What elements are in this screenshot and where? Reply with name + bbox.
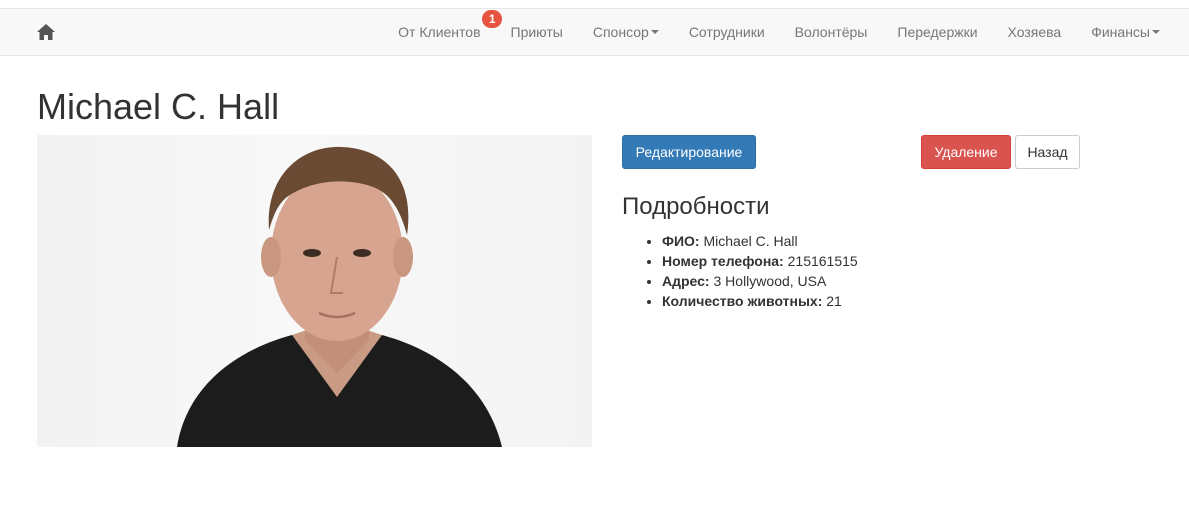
nav-item-volunteers[interactable]: Волонтёры [780,24,883,40]
nav-menu: От Клиентов 1 Приюты Спонсор Сотрудники … [383,9,1175,55]
nav-item-label: Волонтёры [794,24,868,40]
caret-down-icon [1152,30,1160,34]
nav-item-employees[interactable]: Сотрудники [674,24,780,40]
detail-label: Адрес: [662,273,710,289]
detail-item-phone: Номер телефона: 215161515 [662,251,858,271]
detail-label: ФИО: [662,233,700,249]
person-photo [37,135,592,447]
detail-value: 21 [826,293,842,309]
top-navbar: От Клиентов 1 Приюты Спонсор Сотрудники … [0,8,1189,56]
detail-label: Номер телефона: [662,253,784,269]
home-icon[interactable] [36,22,56,42]
nav-item-finance[interactable]: Финансы [1076,24,1175,40]
detail-item-name: ФИО: Michael C. Hall [662,231,858,251]
edit-button[interactable]: Редактирование [622,135,756,169]
caret-down-icon [650,30,659,34]
nav-item-from-clients[interactable]: От Клиентов 1 [383,10,503,40]
details-list: ФИО: Michael C. Hall Номер телефона: 215… [622,231,858,311]
nav-item-shelters[interactable]: Приюты [496,24,578,40]
nav-item-label: От Клиентов [398,24,481,40]
nav-item-owners[interactable]: Хозяева [993,24,1077,40]
page-title: Michael C. Hall [37,86,280,127]
nav-item-label: Передержки [897,24,978,40]
back-button[interactable]: Назад [1015,135,1080,169]
detail-value: 3 Hollywood, USA [713,273,827,289]
nav-item-label: Сотрудники [688,24,765,40]
details-heading: Подробности [622,193,770,220]
nav-item-label: Приюты [510,24,563,40]
nav-item-label: Финансы [1091,24,1150,40]
detail-item-animals: Количество животных: 21 [662,291,858,311]
detail-value: 215161515 [787,253,858,269]
nav-item-label: Спонсор [592,24,649,40]
detail-item-address: Адрес: 3 Hollywood, USA [662,271,858,291]
nav-item-label: Хозяева [1007,24,1062,40]
nav-item-sponsor[interactable]: Спонсор [578,24,674,40]
delete-button[interactable]: Удаление [921,135,1011,169]
detail-label: Количество животных: [662,293,823,309]
nav-item-foster[interactable]: Передержки [882,24,992,40]
detail-value: Michael C. Hall [703,233,798,249]
